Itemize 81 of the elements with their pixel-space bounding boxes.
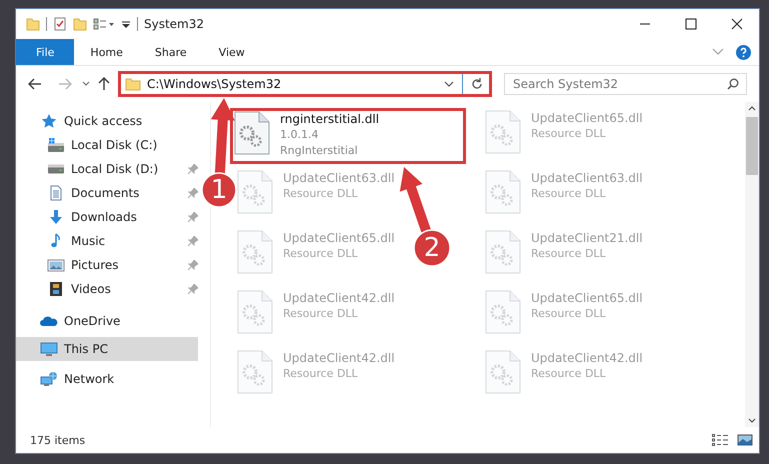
scroll-up-icon[interactable] [748, 106, 756, 111]
gear-file-icon [485, 170, 521, 214]
file-detail: Resource DLL [531, 366, 607, 382]
details-view-icon[interactable] [711, 433, 729, 447]
file-name: UpdateClient42.dll [531, 350, 643, 366]
drive-icon [47, 137, 65, 153]
callout-badge [201, 172, 237, 208]
scroll-thumb[interactable] [746, 117, 758, 175]
large-icons-view-icon[interactable] [737, 433, 753, 447]
properties-icon[interactable] [53, 17, 67, 31]
callout-number: 2 [424, 233, 440, 263]
file-name: UpdateClient42.dll [283, 350, 395, 366]
file-name: UpdateClient63.dll [531, 170, 643, 186]
search-field[interactable]: Search System32 [504, 73, 747, 95]
nav-item[interactable]: Music [16, 229, 198, 253]
recent-locations-icon[interactable] [82, 81, 90, 87]
file-detail: Resource DLL [283, 186, 359, 202]
expand-ribbon-icon[interactable] [712, 48, 724, 56]
back-icon[interactable] [28, 78, 42, 90]
gear-file-icon [485, 110, 521, 154]
ribbon-tab[interactable]: Home [74, 39, 139, 65]
download-arrow-icon [47, 209, 65, 225]
folder-icon [125, 77, 141, 91]
file-detail: Resource DLL [283, 306, 359, 322]
up-icon[interactable] [98, 77, 110, 91]
network-icon [40, 371, 58, 387]
search-icon [727, 78, 739, 90]
gear-file-icon [237, 170, 273, 214]
nav-item[interactable]: Documents [16, 181, 198, 205]
file-detail: Resource DLL [283, 246, 359, 262]
file-name: UpdateClient63.dll [283, 170, 395, 186]
callout-badge [413, 229, 451, 267]
file-detail: Resource DLL [531, 126, 607, 142]
file-name: rnginterstitial.dll [280, 111, 380, 127]
scrollbar[interactable] [745, 102, 759, 427]
ribbon-tab[interactable]: View [202, 39, 261, 65]
picture-icon [47, 257, 65, 273]
file-name: UpdateClient65.dll [283, 230, 395, 246]
maximize-icon[interactable] [685, 18, 697, 30]
file-name: UpdateClient42.dll [283, 290, 395, 306]
close-icon[interactable] [731, 18, 743, 30]
file-detail: Resource DLL [283, 366, 359, 382]
nav-item[interactable]: OneDrive [16, 309, 198, 333]
window-title: System32 [144, 17, 204, 31]
file-name: UpdateClient65.dll [531, 290, 643, 306]
file-name: UpdateClient65.dll [531, 110, 643, 126]
gear-file-icon [485, 350, 521, 394]
monitor-icon [40, 341, 58, 357]
gear-file-icon [485, 230, 521, 274]
film-icon [47, 281, 65, 297]
nav-item[interactable]: Quick access [16, 109, 198, 133]
item-count: 175 items [30, 434, 86, 446]
nav-item[interactable]: Downloads [16, 205, 198, 229]
nav-item[interactable]: Local Disk (C:) [16, 133, 198, 157]
callout-number: 1 [210, 175, 228, 205]
nav-item[interactable]: Pictures [16, 253, 198, 277]
file-detail: Resource DLL [531, 186, 607, 202]
ribbon-tab[interactable]: File [16, 39, 74, 65]
file-item[interactable]: rnginterstitial.dll 1.0.1.4 RngInterstitial [230, 108, 466, 164]
nav-item[interactable]: Network [16, 367, 198, 391]
file-detail: Resource DLL [531, 306, 607, 322]
gear-file-icon [237, 350, 273, 394]
ribbon-tab[interactable]: Share [138, 39, 203, 65]
nav-item[interactable]: This PC [16, 337, 198, 361]
help-icon[interactable] [736, 44, 751, 60]
nav-item[interactable]: Videos [16, 277, 198, 301]
address-bar[interactable]: C:\Windows\System32 [118, 71, 492, 97]
star-icon [40, 113, 58, 129]
dropdown-icon[interactable] [444, 81, 454, 87]
gear-file-icon [237, 230, 273, 274]
scroll-down-icon[interactable] [748, 418, 756, 423]
file-detail: RngInterstitial [280, 143, 359, 159]
file-detail: 1.0.1.4 [280, 127, 320, 143]
refresh-icon[interactable] [471, 78, 483, 90]
file-detail: Resource DLL [531, 246, 607, 262]
gear-file-icon [234, 111, 270, 155]
nav-item[interactable]: Local Disk (D:) [16, 157, 198, 181]
gear-file-icon [237, 290, 273, 334]
file-name: UpdateClient21.dll [531, 230, 643, 246]
view-options-icon[interactable] [93, 17, 115, 31]
gear-file-icon [485, 290, 521, 334]
